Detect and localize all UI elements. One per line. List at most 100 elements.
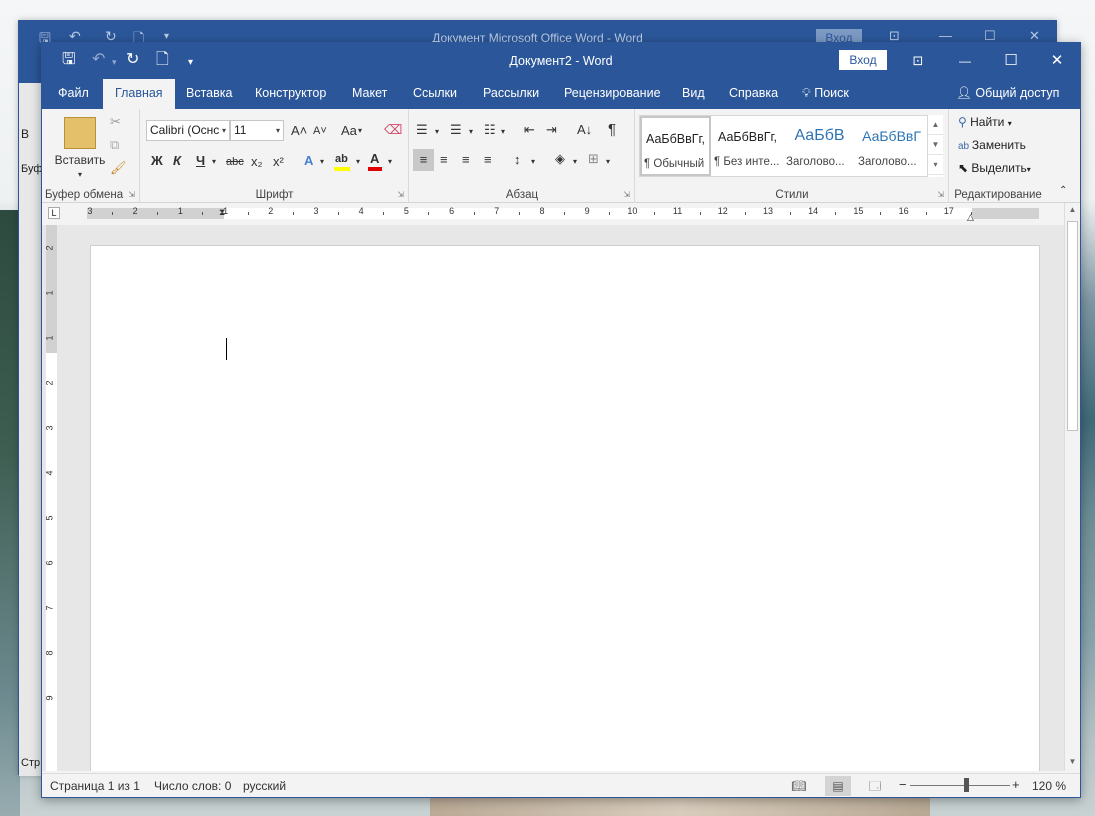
chevron-down-icon[interactable]: ▾ bbox=[531, 154, 535, 170]
paste-button[interactable]: Вставить bbox=[52, 152, 108, 168]
styles-more-icon[interactable]: ▾ bbox=[928, 155, 943, 175]
decrease-indent-icon[interactable]: ⇤ bbox=[524, 122, 535, 138]
vertical-scrollbar[interactable]: ▲ ▼ bbox=[1064, 203, 1080, 771]
page-count[interactable]: Страница 1 из 1 bbox=[50, 779, 140, 793]
share-button[interactable]: 👤︎ Общий доступ bbox=[956, 79, 1059, 109]
chevron-down-icon[interactable]: ▾ bbox=[501, 124, 505, 140]
close-button[interactable]: ✕ bbox=[1034, 43, 1080, 79]
scroll-thumb[interactable] bbox=[1067, 221, 1078, 431]
replace-button[interactable]: ab Заменить bbox=[958, 138, 1026, 152]
right-indent-marker-icon[interactable]: △ bbox=[967, 209, 974, 225]
sort-button[interactable]: A↓ bbox=[577, 122, 592, 138]
subscript-button[interactable]: x₂ bbox=[251, 154, 263, 170]
superscript-button[interactable]: x² bbox=[273, 154, 284, 170]
zoom-in-button[interactable]: + bbox=[1012, 777, 1020, 792]
style-no-spacing[interactable]: АаБбВвГг, ¶ Без инте... bbox=[712, 116, 783, 176]
scroll-down-icon[interactable]: ▼ bbox=[1065, 757, 1080, 766]
collapse-ribbon-icon[interactable]: ⌃ bbox=[1059, 183, 1067, 199]
tab-home[interactable]: Главная bbox=[103, 79, 175, 109]
scroll-up-icon[interactable]: ▲ bbox=[1065, 205, 1080, 214]
tab-mailings[interactable]: Рассылки bbox=[483, 79, 539, 109]
clipboard-launcher-icon[interactable]: ⇲ bbox=[128, 190, 135, 199]
format-painter-icon[interactable]: 🖌︎ bbox=[110, 160, 127, 176]
chevron-down-icon[interactable]: ▾ bbox=[469, 124, 473, 140]
clear-formatting-icon[interactable]: ⌫ bbox=[384, 122, 402, 138]
styles-up-icon[interactable]: ▲ bbox=[928, 115, 943, 135]
font-size-select[interactable]: 11 ▾ bbox=[230, 120, 284, 141]
style-heading-1[interactable]: АаБбВ Заголово... bbox=[784, 116, 855, 176]
zoom-slider-thumb[interactable] bbox=[964, 778, 969, 792]
read-mode-icon[interactable]: 📖︎ bbox=[786, 776, 812, 796]
grow-font-button[interactable]: A˄ bbox=[291, 123, 307, 139]
cut-icon[interactable]: ✂ bbox=[110, 114, 121, 130]
underline-button[interactable]: Ч bbox=[196, 153, 205, 169]
indent-marker-icon[interactable]: ⧗ bbox=[219, 204, 225, 220]
show-marks-button[interactable]: ¶ bbox=[608, 122, 616, 138]
tab-file[interactable]: Файл bbox=[58, 79, 89, 109]
title-bar[interactable]: 🖫 ↶ ▾ ↻ 🗋 ▾ Документ2 - Word Вход ⊡ — ☐ … bbox=[42, 43, 1080, 79]
borders-icon[interactable]: ⊞ bbox=[588, 151, 599, 167]
change-case-button[interactable]: Aa bbox=[341, 123, 357, 139]
minimize-button[interactable]: — bbox=[942, 43, 988, 79]
highlight-button[interactable]: ab bbox=[335, 151, 348, 167]
styles-launcher-icon[interactable]: ⇲ bbox=[937, 190, 944, 199]
document-page[interactable] bbox=[90, 245, 1040, 771]
maximize-button[interactable]: ☐ bbox=[988, 43, 1034, 79]
zoom-slider[interactable] bbox=[910, 785, 1010, 786]
tab-review[interactable]: Рецензирование bbox=[564, 79, 661, 109]
chevron-down-icon[interactable]: ▾ bbox=[573, 154, 577, 170]
tab-design[interactable]: Конструктор bbox=[255, 79, 326, 109]
zoom-out-button[interactable]: − bbox=[899, 777, 907, 792]
horizontal-ruler[interactable]: L 3 2 1 1 2 3 4 5 6 7 8 9 10 11 12 13 14 15 16 17 ⧗ △ bbox=[42, 203, 1080, 225]
print-layout-icon[interactable]: ▤ bbox=[825, 776, 851, 796]
tell-me-search[interactable]: 💡︎ Поиск bbox=[802, 79, 849, 109]
login-button[interactable]: Вход bbox=[839, 50, 887, 70]
align-center-icon[interactable]: ≡ bbox=[440, 152, 448, 168]
style-heading-2[interactable]: АаБбВвГ Заголово... bbox=[856, 116, 927, 176]
chevron-down-icon[interactable]: ▾ bbox=[320, 154, 324, 170]
shading-icon[interactable]: ◈ bbox=[555, 151, 565, 167]
chevron-down-icon[interactable]: ▾ bbox=[435, 124, 439, 140]
chevron-down-icon[interactable]: ▾ bbox=[358, 123, 362, 139]
web-layout-icon[interactable]: 🗔 bbox=[862, 776, 888, 796]
styles-down-icon[interactable]: ▼ bbox=[928, 135, 943, 155]
align-right-icon[interactable]: ≡ bbox=[462, 152, 470, 168]
language-indicator[interactable]: русский bbox=[243, 779, 286, 793]
paste-icon[interactable] bbox=[64, 117, 96, 149]
multilevel-list-icon[interactable]: ☷ bbox=[484, 122, 496, 138]
numbering-icon[interactable]: ☰ bbox=[450, 122, 462, 138]
word-window[interactable]: 🖫 ↶ ▾ ↻ 🗋 ▾ Документ2 - Word Вход ⊡ — ☐ … bbox=[41, 42, 1081, 798]
select-button[interactable]: ⬉ Выделить▾ bbox=[958, 161, 1031, 175]
tab-selector[interactable]: L bbox=[48, 207, 60, 219]
ribbon-display-options-icon[interactable]: ⊡ bbox=[895, 43, 941, 79]
word-count[interactable]: Число слов: 0 bbox=[154, 779, 231, 793]
zoom-level[interactable]: 120 % bbox=[1032, 779, 1066, 793]
tab-help[interactable]: Справка bbox=[729, 79, 778, 109]
minimize-icon[interactable]: — bbox=[939, 28, 952, 43]
font-name-select[interactable]: Calibri (Оснс ▾ bbox=[146, 120, 230, 141]
italic-button[interactable]: К bbox=[173, 153, 181, 169]
tab-insert[interactable]: Вставка bbox=[186, 79, 232, 109]
style-normal[interactable]: АаБбВвГг, ¶ Обычный bbox=[640, 116, 711, 176]
bullets-icon[interactable]: ☰ bbox=[416, 122, 428, 138]
paragraph-launcher-icon[interactable]: ⇲ bbox=[623, 190, 630, 199]
justify-icon[interactable]: ≡ bbox=[484, 152, 492, 168]
chevron-down-icon[interactable]: ▾ bbox=[356, 154, 360, 170]
text-effects-button[interactable]: A bbox=[304, 153, 313, 169]
chevron-down-icon[interactable]: ▾ bbox=[606, 154, 610, 170]
font-color-button[interactable]: A bbox=[370, 151, 379, 167]
shrink-font-button[interactable]: A˅ bbox=[313, 123, 327, 139]
bold-button[interactable]: Ж bbox=[151, 153, 163, 169]
line-spacing-icon[interactable]: ↕ bbox=[514, 152, 521, 168]
strikethrough-button[interactable]: abc bbox=[226, 154, 244, 170]
tab-layout[interactable]: Макет bbox=[352, 79, 387, 109]
copy-icon[interactable]: ⧉ bbox=[110, 137, 119, 153]
font-launcher-icon[interactable]: ⇲ bbox=[397, 190, 404, 199]
chevron-down-icon[interactable]: ▾ bbox=[212, 154, 216, 170]
paste-dropdown-icon[interactable]: ▾ bbox=[75, 167, 85, 183]
tab-references[interactable]: Ссылки bbox=[413, 79, 457, 109]
increase-indent-icon[interactable]: ⇥ bbox=[546, 122, 557, 138]
tab-view[interactable]: Вид bbox=[682, 79, 705, 109]
align-left-icon[interactable]: ≡ bbox=[413, 149, 434, 171]
chevron-down-icon[interactable]: ▾ bbox=[388, 154, 392, 170]
